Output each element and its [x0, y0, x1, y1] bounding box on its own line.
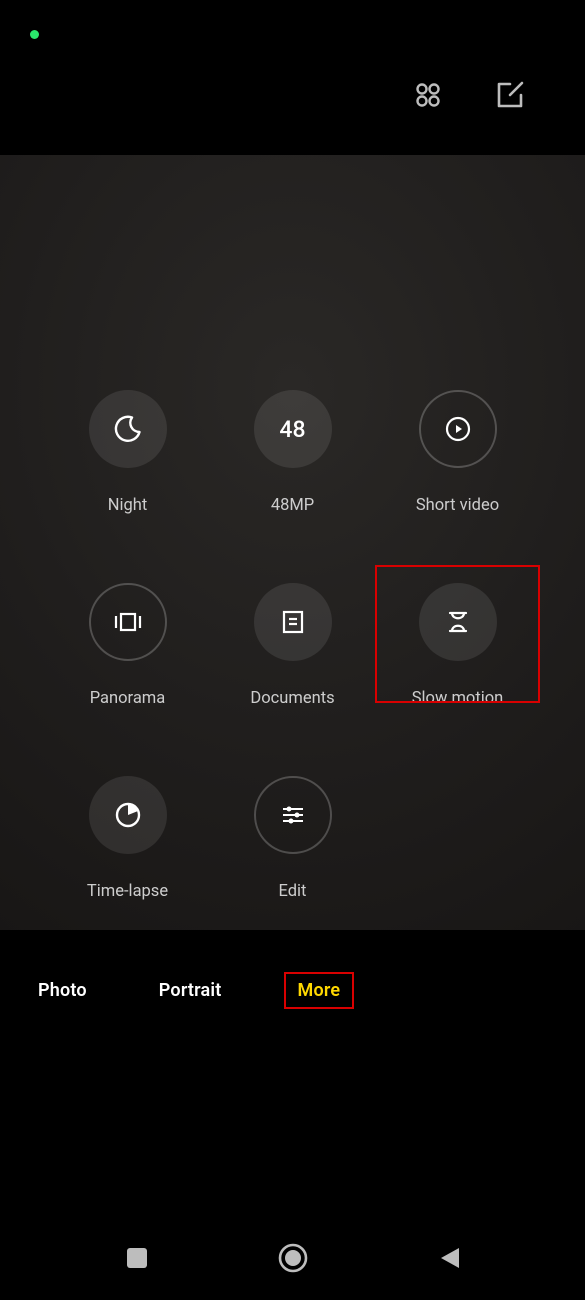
tab-portrait[interactable]: Portrait — [149, 974, 232, 1007]
mode-label: 48MP — [271, 496, 314, 515]
square-icon — [124, 1245, 150, 1271]
nav-home-button[interactable] — [277, 1242, 309, 1274]
mode-edit[interactable]: Edit — [210, 776, 375, 901]
tab-photo[interactable]: Photo — [28, 974, 97, 1007]
edit-square-icon — [495, 80, 525, 110]
mode-48mp[interactable]: 48 48MP — [210, 390, 375, 515]
moon-icon — [89, 390, 167, 468]
mode-short-video[interactable]: Short video — [375, 390, 540, 515]
nav-recents-button[interactable] — [124, 1245, 150, 1271]
mode-panorama[interactable]: Panorama — [45, 583, 210, 708]
mode-label: Time-lapse — [87, 882, 168, 901]
mode-label: Edit — [279, 882, 307, 901]
mode-label: Short video — [416, 496, 499, 515]
status-bar — [0, 0, 585, 50]
play-circle-icon — [419, 390, 497, 468]
mode-tab-bar: Photo Portrait More — [0, 955, 585, 1025]
sliders-icon — [254, 776, 332, 854]
grid-arrange-button[interactable] — [413, 80, 443, 110]
nav-back-button[interactable] — [437, 1245, 461, 1271]
circle-icon — [277, 1242, 309, 1274]
mode-grid: Night 48 48MP Short video Panorama — [0, 390, 585, 901]
clock-partial-icon — [89, 776, 167, 854]
tab-more[interactable]: More — [284, 972, 355, 1009]
highlight-box — [375, 565, 540, 703]
top-actions — [413, 80, 525, 110]
mode-label: Panorama — [90, 689, 166, 708]
triangle-back-icon — [437, 1245, 461, 1271]
document-icon — [254, 583, 332, 661]
panorama-icon — [89, 583, 167, 661]
mode-label: Documents — [250, 689, 334, 708]
mode-slow-motion[interactable]: Slow motion — [375, 583, 540, 708]
camera-active-indicator-icon — [30, 30, 39, 39]
edit-layout-button[interactable] — [495, 80, 525, 110]
mode-night[interactable]: Night — [45, 390, 210, 515]
mode-label: Night — [108, 496, 148, 515]
48mp-icon: 48 — [254, 390, 332, 468]
mode-time-lapse[interactable]: Time-lapse — [45, 776, 210, 901]
mode-number: 48 — [279, 416, 305, 443]
system-nav-bar — [0, 1225, 585, 1300]
grid-dots-icon — [413, 80, 443, 110]
mode-documents[interactable]: Documents — [210, 583, 375, 708]
empty-cell — [375, 776, 540, 901]
